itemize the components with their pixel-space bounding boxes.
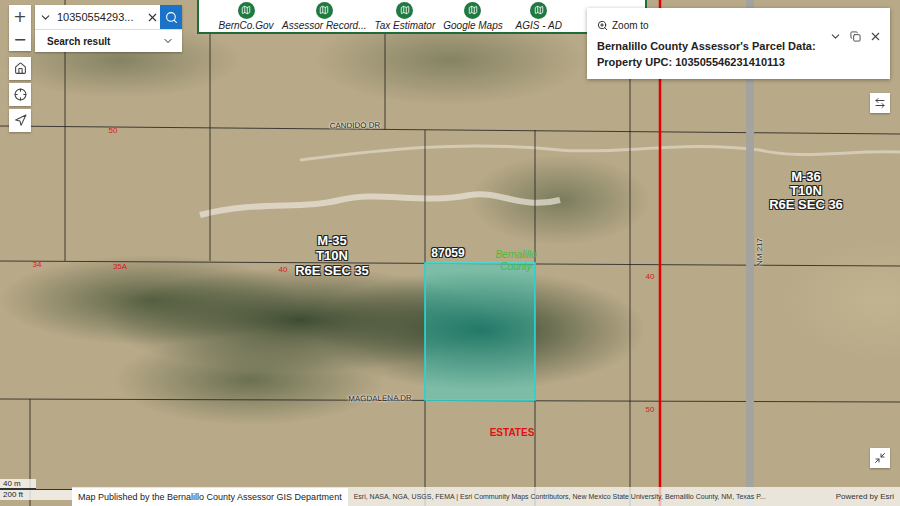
home-control [9, 57, 31, 80]
chevron-down-icon [39, 11, 52, 24]
toolbar-link[interactable]: Assessor Record... [279, 0, 369, 33]
attribution-sources[interactable]: Esri, NASA, NGA, USGS, FEMA | Esri Commu… [348, 493, 830, 500]
map-link-icon [530, 2, 547, 19]
magnifier-icon [165, 11, 178, 24]
chevron-down-icon [829, 30, 842, 43]
toolbar-link[interactable]: BernCo.Gov [215, 0, 277, 33]
map-link-icon [238, 2, 255, 19]
section-label: R6E SEC 35 [295, 264, 369, 277]
compass-button[interactable] [9, 109, 31, 132]
lot-label: 50 [646, 406, 655, 414]
dock-icon [850, 31, 861, 42]
toolbar-link[interactable]: Google Maps [440, 0, 505, 33]
zoom-to-button[interactable]: Zoom to [597, 20, 649, 31]
section-label: T10N [790, 184, 822, 197]
map-link-icon [396, 2, 413, 19]
popup-actions [829, 30, 882, 43]
locate-control [9, 83, 31, 106]
close-icon [146, 11, 159, 24]
parcel-grid-drawing [0, 0, 900, 506]
chevron-down-icon [162, 35, 174, 47]
road-label: CANDIDO DR [330, 122, 381, 131]
lot-label: 35A [113, 263, 127, 271]
locate-button[interactable] [9, 83, 31, 106]
search-result-row[interactable]: Search result [35, 30, 182, 52]
expand-panel-button[interactable] [870, 93, 890, 113]
lot-label: 40 [646, 273, 655, 281]
arroyo-drawing [200, 194, 560, 215]
zoom-in-icon [597, 20, 608, 31]
road-label: MAGDALENA DR [348, 394, 412, 403]
search-input[interactable]: 10350554293... [55, 11, 144, 23]
county-label: Bernalillo County [493, 249, 539, 273]
map-link-icon [464, 2, 481, 19]
lot-label: 50 [109, 127, 118, 135]
crosshair-icon [14, 88, 27, 101]
parcel-popup: Zoom to Bernalillo County Assessor's Parc… [587, 8, 890, 79]
powered-by[interactable]: Powered by Esri [830, 492, 900, 501]
lot-label: 34 [33, 261, 42, 269]
search-widget: 10350554293... Search result [35, 5, 182, 52]
popup-header: Zoom to [587, 8, 890, 43]
toolbar-link[interactable]: AGIS - AD [508, 0, 570, 33]
compass-control [9, 109, 31, 132]
map-controls: +− [9, 5, 31, 132]
toolbar-link[interactable]: Tax Estimator [371, 0, 438, 33]
section-label: M-36 [791, 170, 821, 183]
popup-title: Bernalillo County Assessor's Parcel Data… [587, 35, 890, 79]
map-link-icon [316, 2, 333, 19]
lot-label: 40 [279, 266, 288, 274]
shrink-icon [874, 452, 886, 464]
home-button[interactable] [9, 57, 31, 80]
map-view[interactable]: 87059 CANDIDO DR M-35 T10N R6E SEC 35 Bernali… [0, 0, 900, 506]
close-icon [869, 30, 882, 43]
zoom-controls: +− [9, 5, 31, 51]
search-button[interactable] [160, 5, 182, 29]
search-clear-button[interactable] [144, 5, 160, 29]
subdivision-label: ESTATES [490, 428, 535, 438]
dock-button[interactable] [850, 31, 861, 42]
arrows-icon [874, 97, 886, 109]
publisher-note: Map Published by the Bernalillo County A… [72, 488, 348, 506]
compass-icon [14, 114, 27, 127]
attribution-bar: Map Published by the Bernalillo County A… [72, 487, 900, 506]
close-button[interactable] [869, 30, 882, 43]
search-row: 10350554293... [35, 5, 182, 30]
link-toolbar: BernCo.GovAssessor Record...Tax Estimato… [197, 0, 647, 34]
collapse-button[interactable] [829, 30, 842, 43]
wash-drawing [300, 146, 900, 160]
scale-metric: 40 m [0, 479, 36, 490]
zoom-out-button[interactable]: − [9, 28, 31, 51]
scale-bar: 40 m200 ft [0, 479, 74, 500]
section-label: R6E SEC 36 [769, 198, 843, 211]
fullscreen-button[interactable] [870, 448, 890, 468]
home-icon [14, 62, 27, 75]
zoom-in-button[interactable]: + [9, 5, 31, 28]
highway-label: NM 217 [756, 238, 764, 266]
search-source-button[interactable] [35, 5, 55, 29]
section-label: T10N [316, 249, 348, 262]
scale-imperial: 200 ft [0, 489, 76, 500]
parcel-label: 87059 [431, 246, 464, 260]
section-label: M-35 [317, 234, 347, 247]
selected-parcel[interactable] [425, 263, 535, 400]
